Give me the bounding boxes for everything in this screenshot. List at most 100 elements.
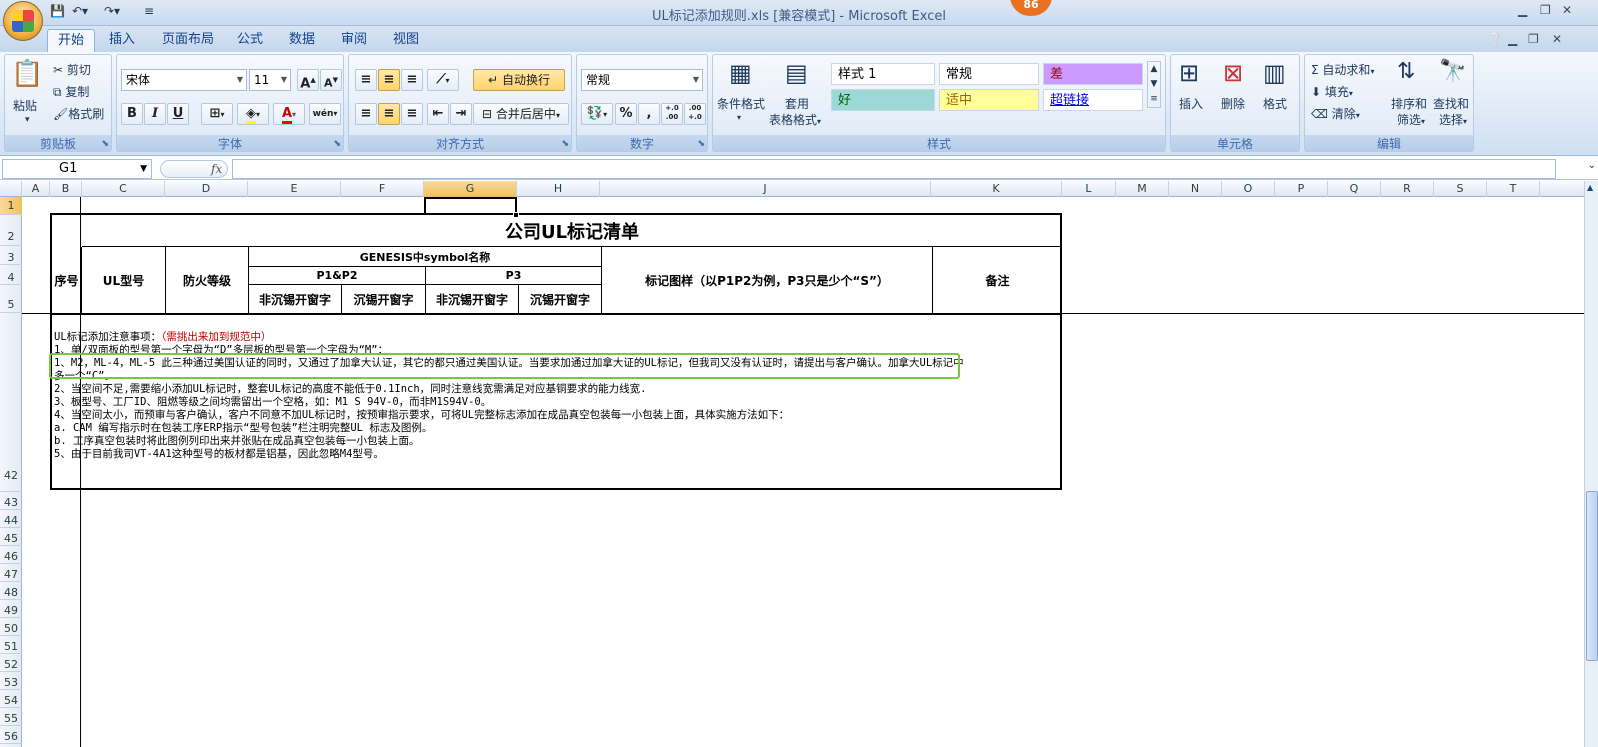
font-name-select[interactable]: 宋体 ▼	[121, 69, 247, 91]
row-header-45[interactable]: 45	[0, 528, 22, 546]
col-header-Q[interactable]: Q	[1328, 181, 1381, 197]
col-header-B[interactable]: B	[50, 181, 82, 197]
name-box[interactable]: G1 ▼	[2, 159, 152, 179]
header-ul-type[interactable]: UL型号	[82, 247, 166, 315]
header-p1p2-sink[interactable]: 沉锡开窗字	[342, 285, 426, 315]
worksheet[interactable]: A B C D E F G H J K L M N O P Q R S T 1 …	[0, 181, 1598, 747]
row-header-4[interactable]: 4	[0, 265, 22, 285]
borders-button[interactable]: ⊞▾	[201, 103, 233, 125]
col-header-P[interactable]: P	[1275, 181, 1328, 197]
style-cell-1[interactable]: 样式 1	[831, 63, 935, 85]
row-header-56[interactable]: 56	[0, 726, 22, 744]
expand-formula-icon[interactable]: ⌄	[1588, 160, 1596, 171]
col-header-J[interactable]: J	[600, 181, 931, 197]
row-header-55[interactable]: 55	[0, 708, 22, 726]
row-header-50[interactable]: 50	[0, 618, 22, 636]
comma-button[interactable]: ,	[638, 103, 660, 125]
bold-button[interactable]: B	[121, 103, 143, 125]
header-mark-sample[interactable]: 标记图样（以P1P2为例，P3只是少个“S”）	[602, 247, 933, 315]
delete-cells-icon[interactable]: ⊠	[1223, 59, 1243, 87]
wb-restore-icon[interactable]: ❐	[1528, 32, 1539, 46]
copy-button[interactable]: ⧉ 复制	[53, 83, 89, 100]
merge-center-button[interactable]: ⊟ 合并后居中▾	[473, 103, 569, 125]
tab-view[interactable]: 视图	[383, 29, 429, 52]
col-header-R[interactable]: R	[1381, 181, 1434, 197]
row-header-54[interactable]: 54	[0, 690, 22, 708]
conditional-format-button[interactable]: 条件格式	[717, 95, 765, 112]
insert-cells-icon[interactable]: ⊞	[1179, 59, 1199, 87]
row-header-49[interactable]: 49	[0, 600, 22, 618]
clipboard-launcher-icon[interactable]: ⬊	[101, 139, 109, 149]
col-header-M[interactable]: M	[1116, 181, 1169, 197]
header-p3[interactable]: P3	[426, 267, 602, 285]
tab-page-layout[interactable]: 页面布局	[152, 29, 224, 52]
decrease-decimal-button[interactable]: .00 +.0	[684, 103, 706, 125]
col-header-S[interactable]: S	[1434, 181, 1487, 197]
paste-icon[interactable]: 📋	[11, 59, 43, 89]
sort-filter-line1[interactable]: 排序和	[1391, 95, 1427, 112]
format-cells-icon[interactable]: ▥	[1263, 59, 1286, 87]
align-left-icon[interactable]: ≡	[355, 103, 377, 125]
insert-function-button[interactable]: fx	[160, 160, 228, 178]
help-icon[interactable]: ❔	[1488, 32, 1503, 46]
tab-insert[interactable]: 插入	[99, 29, 145, 52]
row-header-43[interactable]: 43	[0, 492, 22, 510]
col-header-O[interactable]: O	[1222, 181, 1275, 197]
row-header-51[interactable]: 51	[0, 636, 22, 654]
row-header-48[interactable]: 48	[0, 582, 22, 600]
format-as-table-button[interactable]: 表格格式▾	[769, 111, 821, 128]
header-remark[interactable]: 备注	[933, 247, 1062, 315]
select-all-corner[interactable]	[0, 181, 22, 197]
sort-filter-button[interactable]: 筛选▾	[1397, 111, 1425, 128]
col-header-E[interactable]: E	[248, 181, 341, 197]
shrink-font-button[interactable]: A▼	[320, 69, 342, 91]
scroll-up-icon[interactable]: ▲	[1587, 183, 1593, 192]
table-title[interactable]: 公司UL标记清单	[82, 215, 1062, 247]
align-bottom-icon[interactable]: ≡	[401, 69, 423, 91]
styles-scroll-icon[interactable]: ▲ ▼ ≡	[1147, 61, 1161, 108]
row-header-53[interactable]: 53	[0, 672, 22, 690]
delete-cells-button[interactable]: 删除	[1221, 95, 1245, 112]
align-middle-icon[interactable]: ≡	[378, 69, 400, 91]
minimize-icon[interactable]: ▁	[1518, 3, 1527, 17]
style-cell-3[interactable]: 差	[1043, 63, 1143, 85]
number-launcher-icon[interactable]: ⬊	[697, 139, 705, 149]
row-header-47[interactable]: 47	[0, 564, 22, 582]
formula-input[interactable]	[232, 159, 1556, 179]
format-painter-button[interactable]: 🖌格式刷	[53, 105, 104, 122]
header-p1p2[interactable]: P1&P2	[249, 267, 426, 285]
find-select-button[interactable]: 选择▾	[1439, 111, 1467, 128]
fill-color-button[interactable]: ◈▾	[237, 103, 269, 125]
sort-filter-icon[interactable]: ⇅	[1397, 59, 1415, 84]
insert-cells-button[interactable]: 插入	[1179, 95, 1203, 112]
row-header-2[interactable]: 2	[0, 215, 22, 246]
percent-button[interactable]: %	[615, 103, 637, 125]
font-size-select[interactable]: 11 ▼	[249, 69, 291, 91]
row-header-44[interactable]: 44	[0, 510, 22, 528]
scrollbar-thumb[interactable]	[1586, 491, 1598, 661]
underline-button[interactable]: U	[167, 103, 189, 125]
increase-indent-icon[interactable]: ⇥	[450, 103, 472, 125]
format-as-table-icon[interactable]: ▤	[785, 59, 808, 87]
paste-button[interactable]: 粘贴	[13, 97, 37, 114]
header-fire-rating[interactable]: 防火等级	[166, 247, 249, 315]
tab-review[interactable]: 审阅	[331, 29, 377, 52]
col-header-C[interactable]: C	[82, 181, 165, 197]
orientation-icon[interactable]: ⟋▾	[427, 69, 459, 91]
grow-font-button[interactable]: A▲	[297, 69, 319, 91]
col-header-N[interactable]: N	[1169, 181, 1222, 197]
col-header-T[interactable]: T	[1487, 181, 1540, 197]
paste-dropdown-icon[interactable]: ▾	[25, 115, 30, 125]
decrease-indent-icon[interactable]: ⇤	[427, 103, 449, 125]
cut-button[interactable]: ✂ 剪切	[53, 61, 91, 78]
row-header-46[interactable]: 46	[0, 546, 22, 564]
tab-formulas[interactable]: 公式	[227, 29, 273, 52]
find-select-line1[interactable]: 查找和	[1433, 95, 1469, 112]
close-icon[interactable]: ✕	[1562, 3, 1572, 17]
align-center-icon[interactable]: ≡	[378, 103, 400, 125]
header-p1p2-non-sink[interactable]: 非沉锡开窗字	[249, 285, 342, 315]
font-launcher-icon[interactable]: ⬊	[333, 139, 341, 149]
wb-close-icon[interactable]: ✕	[1552, 32, 1562, 46]
header-genesis-symbol[interactable]: GENESIS中symbol名称	[249, 247, 602, 267]
header-no[interactable]: 序号	[52, 247, 82, 315]
